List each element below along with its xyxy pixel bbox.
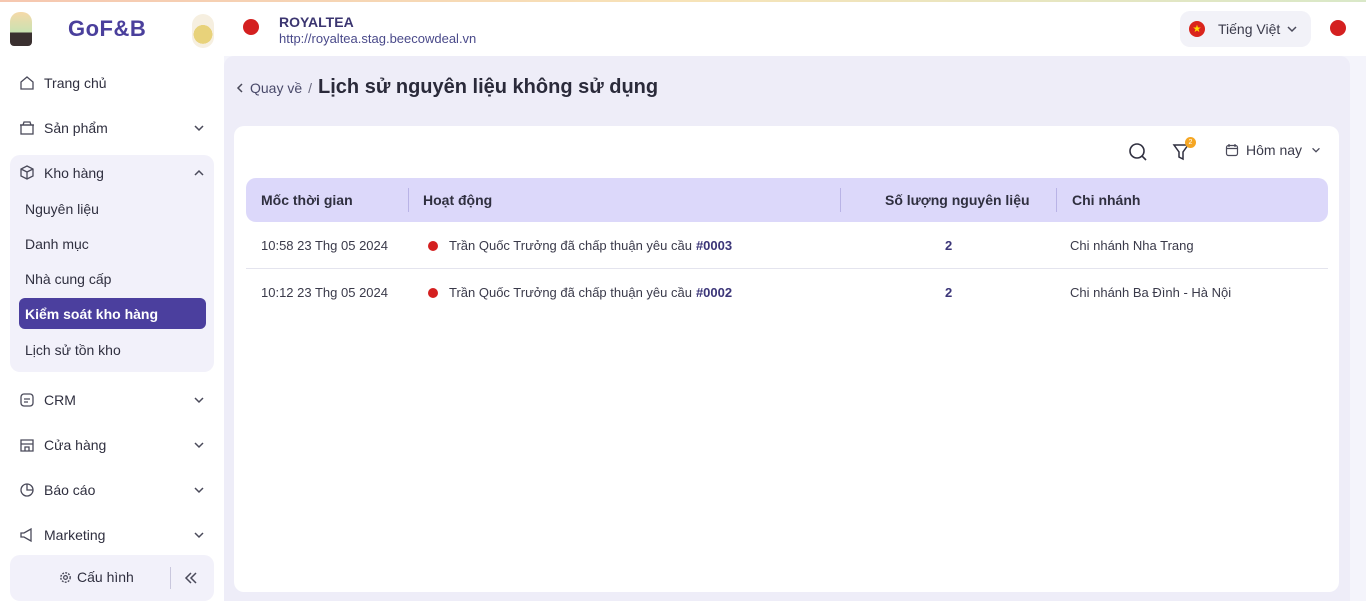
cell-time: 10:58 23 Thg 05 2024 [261, 238, 388, 253]
chevron-down-icon [194, 397, 204, 404]
sidebar-item-label: Báo cáo [44, 482, 96, 498]
sidebar-item-reports[interactable]: Báo cáo [10, 472, 214, 508]
sidebar-subitem-inventory-control[interactable]: Kiểm soát kho hàng [19, 298, 206, 329]
activity-text: Trần Quốc Trưởng đã chấp thuận yêu cầu [449, 285, 692, 300]
date-filter-dropdown[interactable]: Hôm nay [1225, 142, 1329, 158]
crown-icon [243, 19, 259, 35]
cell-quantity: 2 [945, 285, 953, 300]
megaphone-icon [20, 527, 32, 543]
cube-icon [20, 165, 34, 180]
back-label: Quay về [250, 79, 303, 96]
footer-divider [170, 567, 171, 589]
home-icon [20, 76, 34, 90]
search-icon[interactable] [1128, 142, 1148, 162]
chevron-down-icon [1287, 26, 1297, 33]
brand-name: ROYALTEA [279, 14, 354, 30]
chevron-down-icon [194, 442, 204, 449]
sidebar-item-marketing[interactable]: Marketing [10, 517, 214, 553]
activity-text: Trần Quốc Trưởng đã chấp thuận yêu cầu [449, 238, 692, 253]
date-filter-label: Hôm nay [1246, 142, 1303, 158]
chevron-down-icon [1312, 147, 1320, 153]
column-header-time[interactable]: Mốc thời gian [261, 178, 353, 222]
user-avatar[interactable] [1322, 12, 1354, 44]
page-title: Lịch sử nguyên liệu không sử dụng [318, 76, 659, 98]
box-icon [20, 121, 34, 135]
store-icon [20, 439, 34, 452]
sidebar-subitem-suppliers[interactable]: Nhà cung cấp [19, 263, 206, 294]
crown-icon [428, 240, 438, 251]
cell-activity: Trần Quốc Trưởng đã chấp thuận yêu cầu #… [423, 269, 732, 316]
chevron-left-icon [236, 82, 243, 93]
sidebar-item-home[interactable]: Trang chủ [10, 65, 214, 101]
gear-icon [60, 571, 71, 583]
sidebar-item-label: Cửa hàng [44, 437, 107, 453]
cell-branch: Chi nhánh Nha Trang [1070, 238, 1194, 253]
config-label: Cấu hình [77, 569, 134, 585]
table-row[interactable]: 10:58 23 Thg 05 2024 Trần Quốc Trưởng đã… [246, 222, 1328, 269]
cell-time: 10:12 23 Thg 05 2024 [261, 285, 388, 300]
chevron-up-icon [194, 169, 204, 176]
brand-logo-icon [423, 235, 443, 256]
calendar-icon [1225, 144, 1239, 157]
cell-quantity: 2 [945, 238, 953, 253]
brand-avatar [236, 12, 266, 42]
crown-icon [1330, 20, 1346, 36]
top-header: GoF&B ROYALTEA http://royaltea.stag.beec… [0, 2, 1366, 56]
crm-icon [20, 393, 34, 407]
column-header-quantity[interactable]: Số lượng nguyên liệu [885, 178, 1030, 222]
brand-url[interactable]: http://royaltea.stag.beecowdeal.vn [279, 31, 476, 46]
chevron-down-icon [194, 125, 204, 132]
config-button[interactable]: Cấu hình [58, 569, 134, 585]
filter-count-badge: 2 [1185, 137, 1196, 148]
cell-branch: Chi nhánh Ba Đình - Hà Nội [1070, 285, 1232, 300]
sidebar-item-label: Marketing [44, 527, 106, 543]
chart-pie-icon [20, 483, 34, 497]
column-header-branch[interactable]: Chi nhánh [1072, 178, 1140, 222]
cell-activity: Trần Quốc Trưởng đã chấp thuận yêu cầu #… [423, 222, 732, 269]
chevron-down-icon [194, 487, 204, 494]
logo-text: GoF&B [68, 16, 147, 41]
logo-decoration-left [10, 12, 32, 46]
main-content: Quay về / Lịch sử nguyên liệu không sử d… [224, 56, 1350, 601]
breadcrumb: Quay về / Lịch sử nguyên liệu không sử d… [236, 76, 658, 99]
sidebar-subitem-inventory-history[interactable]: Lịch sử tồn kho [19, 334, 206, 365]
sidebar-footer: Cấu hình [10, 555, 214, 601]
app-logo[interactable]: GoF&B [0, 2, 224, 56]
sidebar-item-label: Trang chủ [44, 75, 107, 91]
request-code-link[interactable]: #0002 [696, 285, 732, 300]
chevron-down-icon [194, 532, 204, 539]
column-divider [1056, 188, 1057, 212]
column-divider [840, 188, 841, 212]
table-header: Mốc thời gian Hoạt động Số lượng nguyên … [246, 178, 1328, 222]
brand-logo-icon [423, 282, 443, 303]
sidebar-item-crm[interactable]: CRM [10, 382, 214, 418]
sidebar-item-label: Kho hàng [44, 165, 104, 181]
sidebar-item-label: Sản phẩm [44, 120, 108, 136]
back-link[interactable]: Quay về [236, 80, 302, 96]
request-code-link[interactable]: #0003 [696, 238, 732, 253]
collapse-sidebar-icon[interactable] [182, 569, 200, 587]
table-row[interactable]: 10:12 23 Thg 05 2024 Trần Quốc Trưởng đã… [246, 269, 1328, 316]
sidebar: Trang chủ Sản phẩm Kho hàng Nguyên liệu … [0, 56, 224, 601]
sidebar-subitem-ingredients[interactable]: Nguyên liệu [19, 193, 206, 224]
sidebar-subitem-categories[interactable]: Danh mục [19, 228, 206, 259]
language-label: Tiếng Việt [1218, 21, 1281, 37]
sidebar-item-store[interactable]: Cửa hàng [10, 427, 214, 463]
vietnam-flag-icon: ★ [1189, 21, 1205, 37]
sidebar-item-warehouse[interactable]: Kho hàng [10, 155, 214, 191]
column-header-activity[interactable]: Hoạt động [423, 178, 492, 222]
breadcrumb-separator: / [308, 79, 313, 96]
column-divider [408, 188, 409, 212]
sidebar-item-label: CRM [44, 392, 76, 408]
logo-decoration-right [192, 14, 214, 48]
language-selector[interactable]: ★ Tiếng Việt [1180, 11, 1311, 47]
crown-icon [428, 287, 438, 298]
sidebar-item-products[interactable]: Sản phẩm [10, 110, 214, 146]
